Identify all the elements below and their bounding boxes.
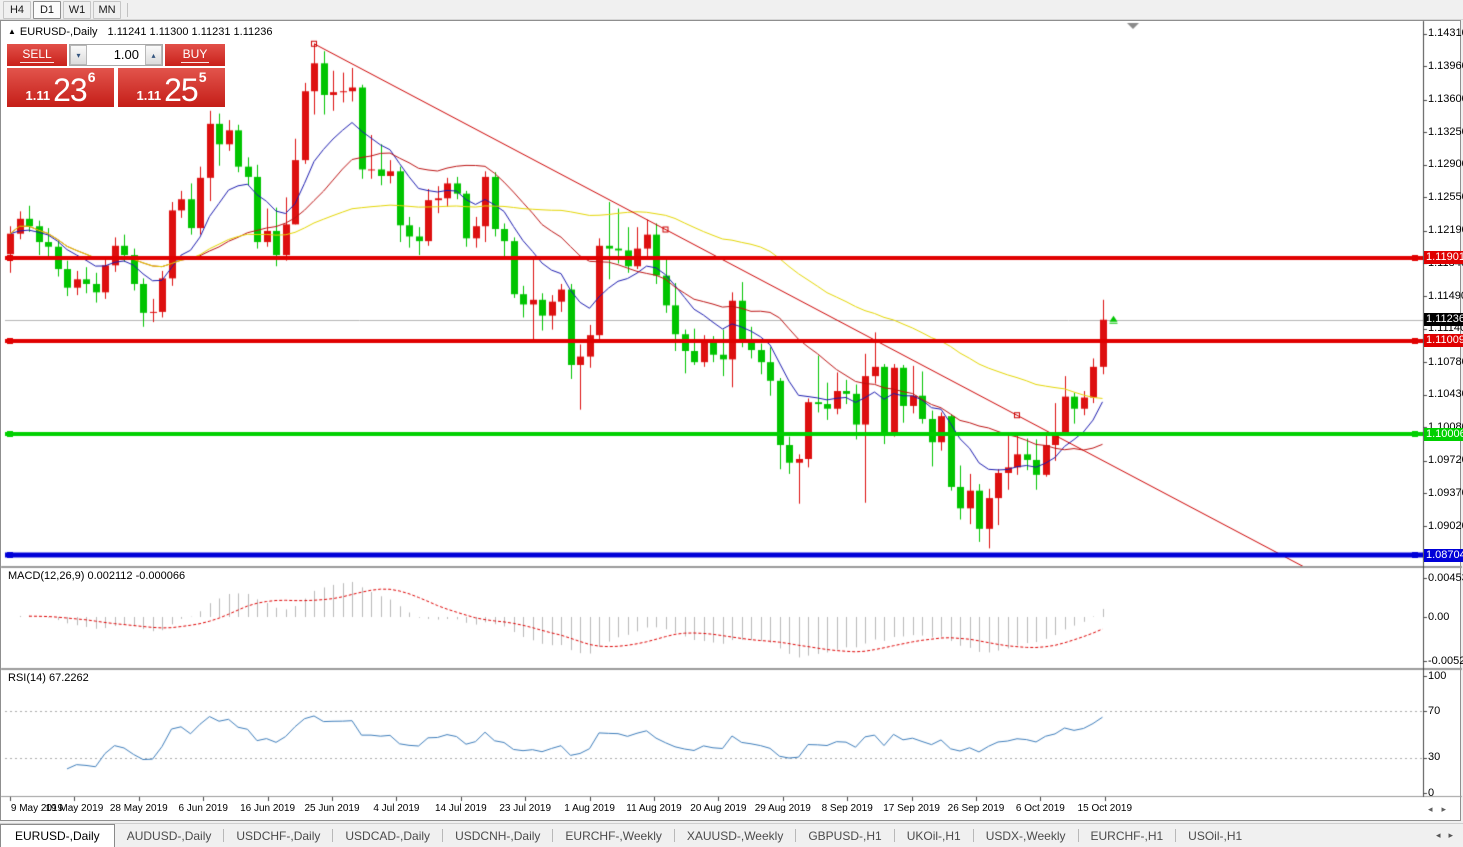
symbol-tab-ukoil-h1[interactable]: UKOil-,H1 <box>895 824 973 847</box>
volume-decrease-button[interactable]: ▾ <box>70 45 87 65</box>
sell-price-prefix: 1.11 <box>26 89 51 103</box>
date-axis-label: 17 Sep 2019 <box>876 803 948 814</box>
rsi-axis-label: 0 <box>1428 787 1434 799</box>
timeframe-buttons: H4D1W1MN <box>3 1 121 19</box>
y-axis-label: 1.14310 <box>1428 27 1463 39</box>
symbol-tab-usdchf-daily[interactable]: USDCHF-,Daily <box>224 824 332 847</box>
timeframe-button-w1[interactable]: W1 <box>63 1 91 19</box>
tabbar-scroll-left-icon[interactable]: ◂ <box>1436 830 1441 841</box>
macd-axis-label: -0.005205 <box>1428 655 1463 667</box>
tabbar-nav: ◂ ▸ <box>1436 824 1463 847</box>
chart-scroll-nav: ◂ ▸ <box>1428 804 1446 815</box>
chart-info-line: ▲ EURUSD-,Daily 1.11241 1.11300 1.11231 1.… <box>8 26 273 38</box>
timeframe-button-h4[interactable]: H4 <box>3 1 31 19</box>
y-axis-label: 1.13600 <box>1428 93 1463 105</box>
symbol-tab-eurusd-daily[interactable]: EURUSD-,Daily <box>0 824 115 847</box>
rsi-axis-label: 100 <box>1428 670 1446 682</box>
timeframe-button-mn[interactable]: MN <box>93 1 121 19</box>
symbol-tab-usoil-h1[interactable]: USOil-,H1 <box>1176 824 1254 847</box>
sell-price-sup: 6 <box>88 69 96 85</box>
y-axis-label: 1.13960 <box>1428 60 1463 72</box>
price-line-badge: 1.10006 <box>1424 428 1463 441</box>
timeframe-toolbar: H4D1W1MN <box>0 0 1463 20</box>
date-axis-label: 1 Aug 2019 <box>554 803 626 814</box>
buy-price-big: 25 <box>164 78 198 103</box>
symbol-tab-eurchf-weekly[interactable]: EURCHF-,Weekly <box>553 824 673 847</box>
sell-button[interactable]: SELL <box>7 44 67 66</box>
one-click-trading-panel: SELL ▾ 1.00 ▴ BUY 1.11 23 6 1.11 25 5 <box>7 44 225 107</box>
y-axis-label: 1.09720 <box>1428 454 1463 466</box>
chart-ohlc-values: 1.11241 1.11300 1.11231 1.11236 <box>108 26 273 38</box>
date-axis-label: 28 May 2019 <box>103 803 175 814</box>
symbol-tab-usdcnh-daily[interactable]: USDCNH-,Daily <box>443 824 552 847</box>
symbol-tab-eurchf-h1[interactable]: EURCHF-,H1 <box>1079 824 1176 847</box>
buy-price-box[interactable]: 1.11 25 5 <box>118 68 225 107</box>
y-axis-label: 1.12900 <box>1428 158 1463 170</box>
date-axis-label: 23 Jul 2019 <box>489 803 561 814</box>
y-axis-label: 1.10780 <box>1428 356 1463 368</box>
date-axis-label: 20 Aug 2019 <box>682 803 754 814</box>
symbol-tabs: EURUSD-,DailyAUDUSD-,DailyUSDCHF-,DailyU… <box>0 824 1254 847</box>
macd-axis-label: 0.004536 <box>1428 572 1463 584</box>
chart-canvas[interactable] <box>0 0 1463 847</box>
buy-price-prefix: 1.11 <box>137 89 162 103</box>
symbol-tab-xauusd-weekly[interactable]: XAUUSD-,Weekly <box>675 824 795 847</box>
price-line-badge: 1.11009 <box>1424 334 1463 347</box>
volume-increase-button[interactable]: ▴ <box>145 45 162 65</box>
date-axis-label: 8 Sep 2019 <box>811 803 883 814</box>
symbol-tab-usdx-weekly[interactable]: USDX-,Weekly <box>974 824 1078 847</box>
date-axis-label: 11 Aug 2019 <box>618 803 690 814</box>
y-axis-label: 1.10430 <box>1428 388 1463 400</box>
volume-input[interactable]: 1.00 <box>87 45 145 65</box>
symbol-tab-audusd-daily[interactable]: AUDUSD-,Daily <box>115 824 224 847</box>
date-axis-label: 14 Jul 2019 <box>425 803 497 814</box>
price-line-badge: 1.08704 <box>1424 549 1463 562</box>
current-price-badge: 1.11236 <box>1424 313 1463 326</box>
sell-button-label: SELL <box>20 47 53 63</box>
price-line-badge: 1.11901 <box>1424 251 1463 264</box>
sell-price-box[interactable]: 1.11 23 6 <box>7 68 114 107</box>
symbol-tab-usdcad-daily[interactable]: USDCAD-,Daily <box>333 824 442 847</box>
collapse-triangle-icon: ▲ <box>8 27 16 36</box>
macd-label: MACD(12,26,9) 0.002112 -0.000066 <box>8 570 185 582</box>
symbol-tab-bar: EURUSD-,DailyAUDUSD-,DailyUSDCHF-,DailyU… <box>0 823 1463 847</box>
date-axis-label: 6 Jun 2019 <box>167 803 239 814</box>
rsi-axis-label: 70 <box>1428 705 1440 717</box>
chart-scroll-left-icon[interactable]: ◂ <box>1428 804 1433 815</box>
timeframe-button-d1[interactable]: D1 <box>33 1 61 19</box>
macd-axis-label: 0.00 <box>1428 611 1449 623</box>
buy-price-sup: 5 <box>199 69 207 85</box>
y-axis-label: 1.12190 <box>1428 224 1463 236</box>
volume-spinner: ▾ 1.00 ▴ <box>69 44 163 66</box>
rsi-axis-label: 30 <box>1428 751 1440 763</box>
buy-button[interactable]: BUY <box>165 44 225 66</box>
y-axis-label: 1.11490 <box>1428 290 1463 302</box>
toolbar-separator <box>127 3 128 17</box>
date-axis-label: 26 Sep 2019 <box>940 803 1012 814</box>
rsi-label: RSI(14) 67.2262 <box>8 672 89 684</box>
buy-button-label: BUY <box>181 47 210 63</box>
chart-symbol-period: EURUSD-,Daily <box>20 26 98 38</box>
symbol-tab-gbpusd-h1[interactable]: GBPUSD-,H1 <box>796 824 893 847</box>
date-axis-label: 6 Oct 2019 <box>1004 803 1076 814</box>
sell-price-big: 23 <box>53 78 87 103</box>
date-axis-label: 15 Oct 2019 <box>1069 803 1141 814</box>
y-axis-label: 1.13250 <box>1428 126 1463 138</box>
date-axis-label: 19 May 2019 <box>38 803 110 814</box>
date-axis-label: 29 Aug 2019 <box>747 803 819 814</box>
y-axis-label: 1.09020 <box>1428 520 1463 532</box>
tabbar-scroll-right-icon[interactable]: ▸ <box>1448 830 1453 841</box>
date-axis-label: 16 Jun 2019 <box>232 803 304 814</box>
date-axis-label: 4 Jul 2019 <box>360 803 432 814</box>
y-axis-label: 1.09370 <box>1428 487 1463 499</box>
y-axis-label: 1.12550 <box>1428 191 1463 203</box>
chart-scroll-right-icon[interactable]: ▸ <box>1442 804 1447 815</box>
date-axis-label: 25 Jun 2019 <box>296 803 368 814</box>
